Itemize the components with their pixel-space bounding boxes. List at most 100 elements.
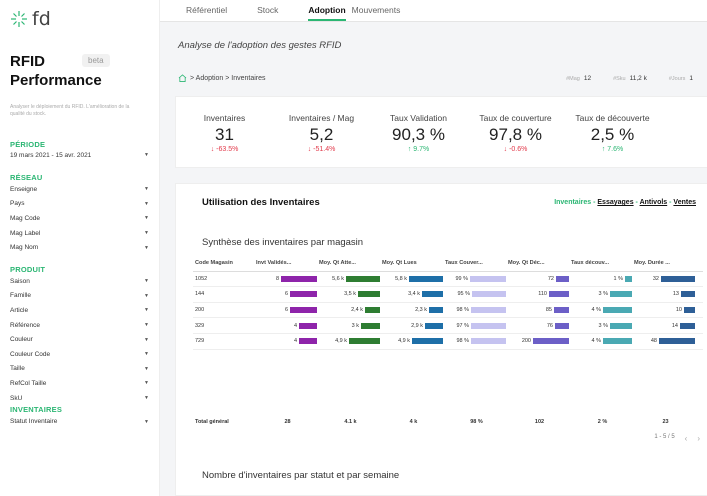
table-cell: 97 % — [445, 322, 508, 329]
column-header[interactable]: Invt Validés... — [256, 260, 319, 266]
link-inventaires[interactable]: Inventaires — [554, 199, 591, 206]
cell-value: 48 — [650, 338, 657, 345]
filter-reseau-4[interactable]: Mag Nom ▼ — [10, 240, 149, 255]
filter-reseau-1[interactable]: Pays ▼ — [10, 197, 149, 212]
cell-value: 97 % — [456, 322, 469, 329]
cell-value: 110 — [538, 291, 547, 298]
stat-value: 11,2 k — [629, 74, 647, 82]
stat-1: #Sku 11,2 k — [613, 75, 647, 82]
filter-label: Article — [10, 306, 29, 314]
cell-bar — [365, 307, 380, 314]
column-header[interactable]: Code Magasin — [193, 260, 256, 266]
table-cell: 6 — [256, 307, 319, 314]
store-table: Code Magasin Invt Validés... Moy. Qt Atte.… — [193, 256, 703, 350]
filter-produit-5[interactable]: Couleur Code ▼ — [10, 347, 149, 362]
kpi-card: Inventaires 31 ↓ -63.5% — [176, 113, 273, 167]
cell-bar — [472, 291, 506, 298]
table-cell: 3 % — [571, 322, 634, 329]
cell-value: 3 % — [598, 322, 608, 329]
cell-bar — [603, 307, 632, 314]
cell-value: 4,9 k — [398, 338, 410, 345]
period-select[interactable]: 19 mars 2021 - 15 avr. 2021 ▼ — [10, 152, 149, 159]
filter-label: Saison — [10, 277, 30, 285]
filter-produit-0[interactable]: Saison ▼ — [10, 274, 149, 289]
chevron-down-icon: ▼ — [144, 244, 149, 251]
cell-value: 4 — [293, 338, 297, 345]
cell-bar — [471, 338, 506, 345]
table-cell: 3 k — [319, 322, 382, 329]
cell-value: 6 — [284, 307, 288, 314]
total-value: 2 % — [597, 419, 608, 425]
tab-1[interactable]: Stock — [257, 5, 278, 21]
filter-produit-6[interactable]: Taille ▼ — [10, 362, 149, 377]
cell-bar — [409, 275, 443, 282]
table-row[interactable]: 329 4 3 k 2,9 k 97 % 76 3 % 14 — [193, 318, 703, 334]
tab-3[interactable]: Mouvements — [352, 5, 401, 21]
stat-value: 1 — [689, 74, 693, 82]
kpi-delta: ↓ -0.6% — [503, 146, 528, 153]
column-header[interactable]: Moy. Durée ... — [634, 260, 697, 266]
kpi-delta: ↓ -51.4% — [307, 146, 336, 153]
filter-label: SkU — [10, 394, 23, 402]
home-icon[interactable] — [178, 74, 187, 82]
column-header[interactable]: Moy. Qt Déc... — [508, 260, 571, 266]
filter-label: Mag Label — [10, 229, 41, 237]
filter-label: Pays — [10, 200, 25, 208]
kpi-value: 97,8 % — [489, 125, 542, 144]
kpi-row: Inventaires 31 ↓ -63.5% Inventaires / Mag 5,… — [175, 96, 707, 168]
cell-value: 13 — [672, 291, 679, 298]
filter-reseau-0[interactable]: Enseigne ▼ — [10, 182, 149, 197]
filter-produit-7[interactable]: RefCol Taille ▼ — [10, 376, 149, 391]
filter-produit-1[interactable]: Famille ▼ — [10, 289, 149, 304]
panel-links: Inventaires - Essayages - Antivols - Ven… — [554, 199, 696, 206]
table-row[interactable]: 200 6 2,4 k 2,3 k 98 % 85 4 % 10 — [193, 303, 703, 319]
cell-bar — [299, 322, 317, 329]
table-cell: 95 % — [445, 291, 508, 298]
cell-bar — [471, 322, 506, 329]
table-cell: 3 % — [571, 291, 634, 298]
total-label: Total général — [195, 419, 229, 425]
chevron-down-icon: ▼ — [144, 380, 149, 387]
table-cell: 14 — [634, 322, 697, 329]
chevron-left-icon[interactable]: ‹ — [685, 434, 688, 443]
filter-reseau-3[interactable]: Mag Label ▼ — [10, 226, 149, 241]
table-row[interactable]: 729 4 4,9 k 4,9 k 98 % 200 4 % 48 — [193, 334, 703, 350]
table-row[interactable]: 144 6 3,5 k 3,4 k 95 % 110 3 % 13 — [193, 287, 703, 303]
kpi-value: 5,2 — [309, 125, 334, 144]
table-cell: 5,6 k — [319, 275, 382, 282]
link-antivols[interactable]: Antivols — [640, 199, 668, 206]
column-header[interactable]: Taux découv... — [571, 260, 634, 266]
cell-bar — [422, 291, 443, 298]
kpi-label: Taux de découverte — [575, 113, 650, 123]
filter-produit-4[interactable]: Couleur ▼ — [10, 332, 149, 347]
tab-0[interactable]: Référentiel — [186, 5, 227, 21]
link-essayages[interactable]: Essayages — [597, 199, 633, 206]
filter-produit-2[interactable]: Article ▼ — [10, 303, 149, 318]
column-header[interactable]: Taux Couver... — [445, 260, 508, 266]
filter-reseau-2[interactable]: Mag Code ▼ — [10, 211, 149, 226]
filter-produit-3[interactable]: Référence ▼ — [10, 318, 149, 333]
chevron-right-icon[interactable]: › — [697, 434, 700, 443]
column-header[interactable]: Moy. Qt Atte... — [319, 260, 382, 266]
table-cell: 4 — [256, 322, 319, 329]
cell-bar — [533, 338, 569, 345]
table-cell: 32 — [634, 275, 697, 282]
tab-2[interactable]: Adoption — [308, 5, 346, 21]
link-ventes[interactable]: Ventes — [673, 199, 696, 206]
breadcrumb[interactable]: > Adoption > Inventaires — [190, 75, 266, 82]
chevron-down-icon: ▼ — [144, 307, 149, 314]
cell-value: 200 — [521, 338, 531, 345]
cell-value: 2,9 k — [411, 322, 423, 329]
logo: fd — [10, 8, 149, 30]
stat-label: #Mag — [566, 75, 580, 82]
column-header[interactable]: Moy. Qt Lues — [382, 260, 445, 266]
chevron-down-icon: ▼ — [144, 336, 149, 343]
table-row[interactable]: 1052 8 5,6 k 5,8 k 99 % 72 1 % 32 — [193, 272, 703, 288]
filter-produit-8[interactable]: SkU ▼ — [10, 391, 149, 406]
cell-value: 10 — [675, 307, 682, 314]
cell-bar — [680, 322, 695, 329]
tab-bar: Référentiel Stock Adoption Mouvements — [160, 0, 707, 22]
filter-inventaires-0[interactable]: Statut Inventaire ▼ — [10, 414, 149, 429]
logo-text: fd — [32, 8, 51, 30]
filter-label: Couleur — [10, 336, 33, 344]
